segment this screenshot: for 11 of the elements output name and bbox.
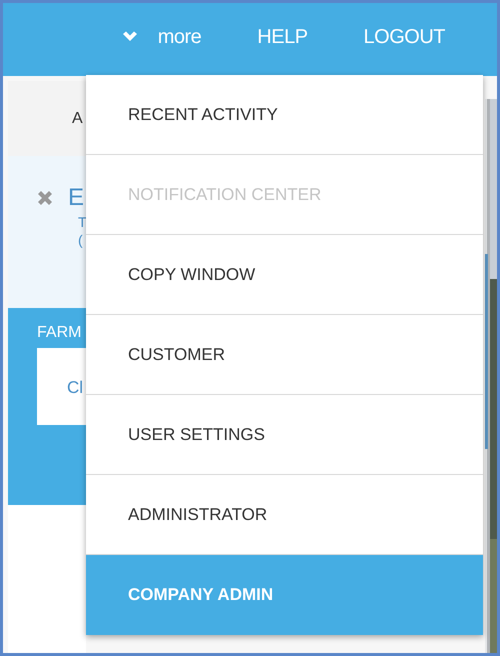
info-text: ( — [77, 232, 84, 248]
menu-item[interactable]: RECENT ACTIVITY — [86, 75, 483, 155]
close-icon[interactable] — [36, 189, 54, 207]
info-text: T — [77, 214, 86, 230]
menu-item[interactable]: CUSTOMER — [86, 315, 483, 395]
chevron-down-icon — [122, 31, 138, 43]
menu-item[interactable]: COPY WINDOW — [86, 235, 483, 315]
title-text: E — [68, 184, 84, 212]
menu-item[interactable]: USER SETTINGS — [86, 395, 483, 475]
section-label: FARM — [37, 324, 82, 342]
tab-label[interactable]: A — [8, 81, 86, 156]
